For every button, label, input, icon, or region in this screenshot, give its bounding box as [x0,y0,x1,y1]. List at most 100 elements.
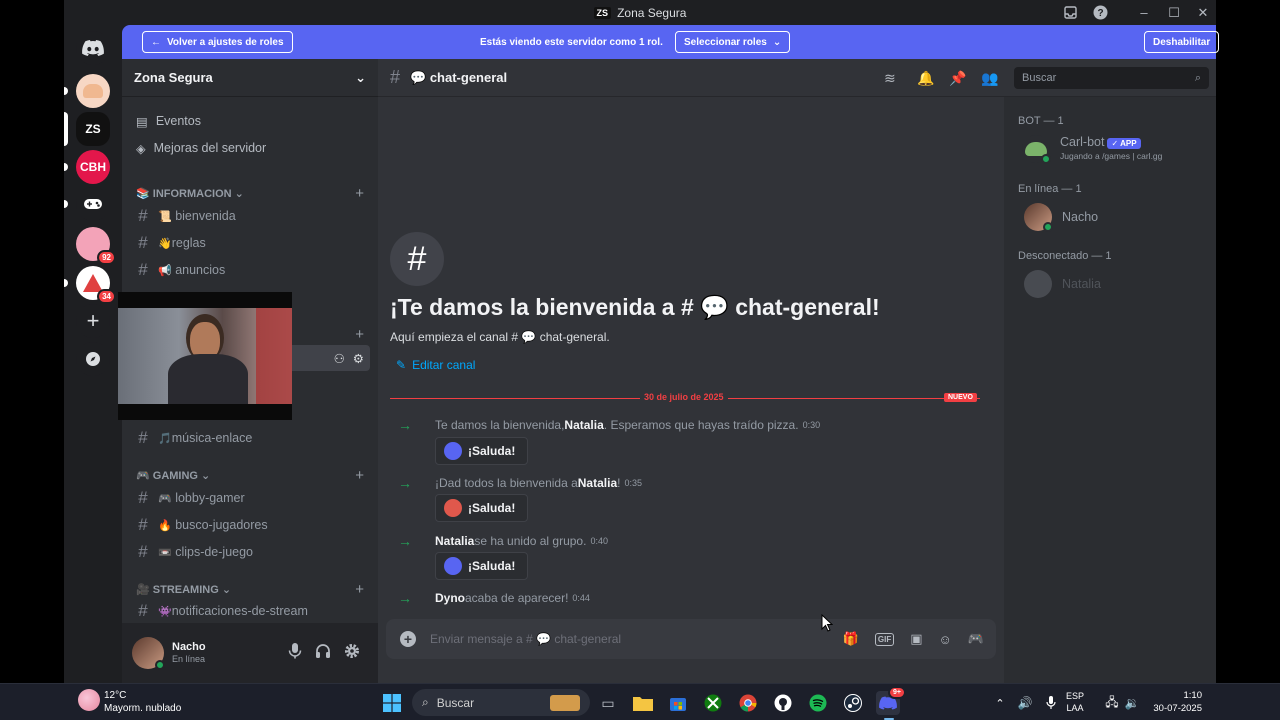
windows-start-icon[interactable] [380,691,404,715]
search-icon: ⌕ [1194,71,1201,84]
select-roles-dropdown[interactable]: Seleccionar roles ⌄ [675,31,791,53]
add-channel-icon[interactable]: + [355,467,364,484]
member-category-bot: BOT — 1 [1018,115,1064,127]
search-input[interactable]: Buscar ⌕ [1014,67,1209,89]
discover-icon[interactable] [76,342,110,376]
disable-button[interactable]: Deshabilitar [1144,31,1220,53]
notification-badge: 9+ [888,686,906,699]
store-icon[interactable] [666,691,690,715]
wave-sticker-icon [444,499,462,517]
close-window-button[interactable]: ✕ [1189,0,1217,25]
channel-lobby-gamer[interactable]: # 🎮 lobby-gamer [130,485,370,511]
headphones-icon[interactable] [315,643,331,662]
add-server-icon[interactable]: + [76,304,110,338]
member-list: BOT — 1 Carl-bot ✓ APP Jugando a /games |… [1004,97,1216,683]
maximize-button[interactable]: ☐ [1160,0,1188,25]
emoji-icon[interactable]: ☺ [939,632,952,647]
minimize-button[interactable]: – [1130,0,1158,25]
gear-icon[interactable] [344,643,360,662]
help-icon[interactable]: ? [1086,0,1114,25]
github-icon[interactable] [771,691,795,715]
message-input[interactable]: + Enviar mensaje a # 💬 chat-general 🎁 GI… [386,619,996,659]
sidebar-item-boosts[interactable]: ◈ Mejoras del servidor [130,135,370,161]
user-status: En línea [172,654,206,664]
discord-home-icon[interactable] [76,31,110,65]
member-list-icon[interactable]: 👥 [981,70,998,87]
back-to-roles-button[interactable]: ← Volver a ajustes de roles [142,31,293,53]
gift-icon[interactable]: 🎁 [843,631,859,647]
server-name: Zona Segura [134,70,213,85]
clock[interactable]: 1:10 30-07-2025 [1148,689,1202,715]
speaker-icon[interactable]: 🔊 [1013,691,1037,715]
server-logo-mini: ZS [593,6,612,19]
add-channel-icon[interactable]: + [355,326,364,343]
gear-icon[interactable]: ⚙ [353,351,364,366]
add-channel-icon[interactable]: + [355,185,364,202]
channel-bienvenida[interactable]: # 📜 bienvenida [130,203,370,229]
add-member-icon[interactable]: ⚇ [334,351,345,366]
weather-icon[interactable] [78,689,100,711]
viewing-as-text: Estás viendo este servidor como 1 rol. [480,36,663,48]
add-attachment-icon[interactable]: + [400,631,416,647]
discord-taskbar-icon[interactable]: 9+ [876,686,906,715]
file-explorer-icon[interactable] [631,691,655,715]
member-natalia[interactable]: Natalia [1024,270,1101,298]
avatar[interactable] [132,637,165,670]
channel-notificaciones-de-stream[interactable]: # 👾notificaciones-de-stream [130,598,370,623]
server-icon-cbh[interactable]: CBH [64,150,110,184]
xbox-icon[interactable] [701,691,725,715]
chevron-down-icon: ⌄ [772,36,782,48]
pin-icon[interactable]: 📌 [949,70,966,87]
server-icon-pink[interactable]: 92 [76,227,116,265]
arrow-left-icon: ← [151,36,161,48]
spotify-icon[interactable] [806,691,830,715]
threads-icon[interactable]: ≋ [884,70,896,87]
category-informacion[interactable]: 📚 INFORMACION ⌄ + [136,184,364,202]
sidebar-item-events[interactable]: ▤ Eventos [130,108,370,134]
server-icon-colorful[interactable]: 34 [64,266,116,304]
channel-clips-de-juego[interactable]: # 📼 clips-de-juego [130,539,370,565]
channel-hash-icon: # [390,232,444,286]
wave-button[interactable]: ¡Saluda! [435,552,529,580]
microphone-icon[interactable] [288,643,302,662]
server-header[interactable]: Zona Segura ⌄ [122,59,378,97]
edit-channel-link[interactable]: ✎ Editar canal [396,358,475,372]
hash-icon: # [138,601,148,620]
category-streaming[interactable]: 🎥 STREAMING ⌄ + [136,580,364,598]
taskbar-search[interactable]: ⌕ Buscar [412,689,590,716]
chrome-icon[interactable] [736,691,760,715]
steam-icon[interactable] [841,691,865,715]
chat-area: # ¡Te damos la bienvenida a # 💬 chat-gen… [378,97,1004,683]
weather-desc: Mayorm. nublado [104,703,182,714]
add-channel-icon[interactable]: + [355,581,364,598]
wave-button[interactable]: ¡Saluda! [435,437,529,465]
calendar-icon: ▤ [136,114,148,129]
inbox-icon[interactable] [1056,0,1084,25]
tray-overflow-icon[interactable]: ⌃ [988,691,1012,715]
language-indicator[interactable]: ESP LAA [1066,690,1084,714]
server-icon-zona-segura[interactable]: ZS [64,112,110,146]
wave-button[interactable]: ¡Saluda! [435,494,529,522]
task-view-icon[interactable]: ▭ [596,691,620,715]
apps-icon[interactable]: 🎮 [968,631,984,647]
channel-reglas[interactable]: # 👋reglas [130,230,370,256]
member-nacho[interactable]: Nacho [1024,203,1098,232]
bell-icon[interactable]: 🔔 [917,70,934,87]
category-gaming[interactable]: 🎮 GAMING ⌄ + [136,466,364,484]
gif-icon[interactable]: GIF [874,632,895,646]
sticker-icon[interactable]: ▣ [910,631,922,647]
hash-icon: # [138,233,148,252]
channel-musica-enlace[interactable]: # 🎵música-enlace [130,425,370,451]
microphone-icon[interactable] [1039,691,1063,715]
join-arrow-icon: → [398,590,412,606]
notification-badge: 92 [97,250,116,265]
server-rail: ZS CBH 92 34 + [64,25,122,683]
channel-busco-jugadores[interactable]: # 🔥 busco-jugadores [130,512,370,538]
avatar [1024,270,1052,298]
server-icon-1[interactable] [64,74,110,108]
hash-icon: # [138,515,148,534]
member-carl-bot[interactable]: Carl-bot ✓ APP Jugando a /games | carl.gg [1022,135,1162,164]
volume-icon[interactable]: 🔉 [1120,691,1144,715]
channel-anuncios[interactable]: # 📢 anuncios [130,257,370,283]
server-icon-gaming[interactable] [64,187,110,221]
